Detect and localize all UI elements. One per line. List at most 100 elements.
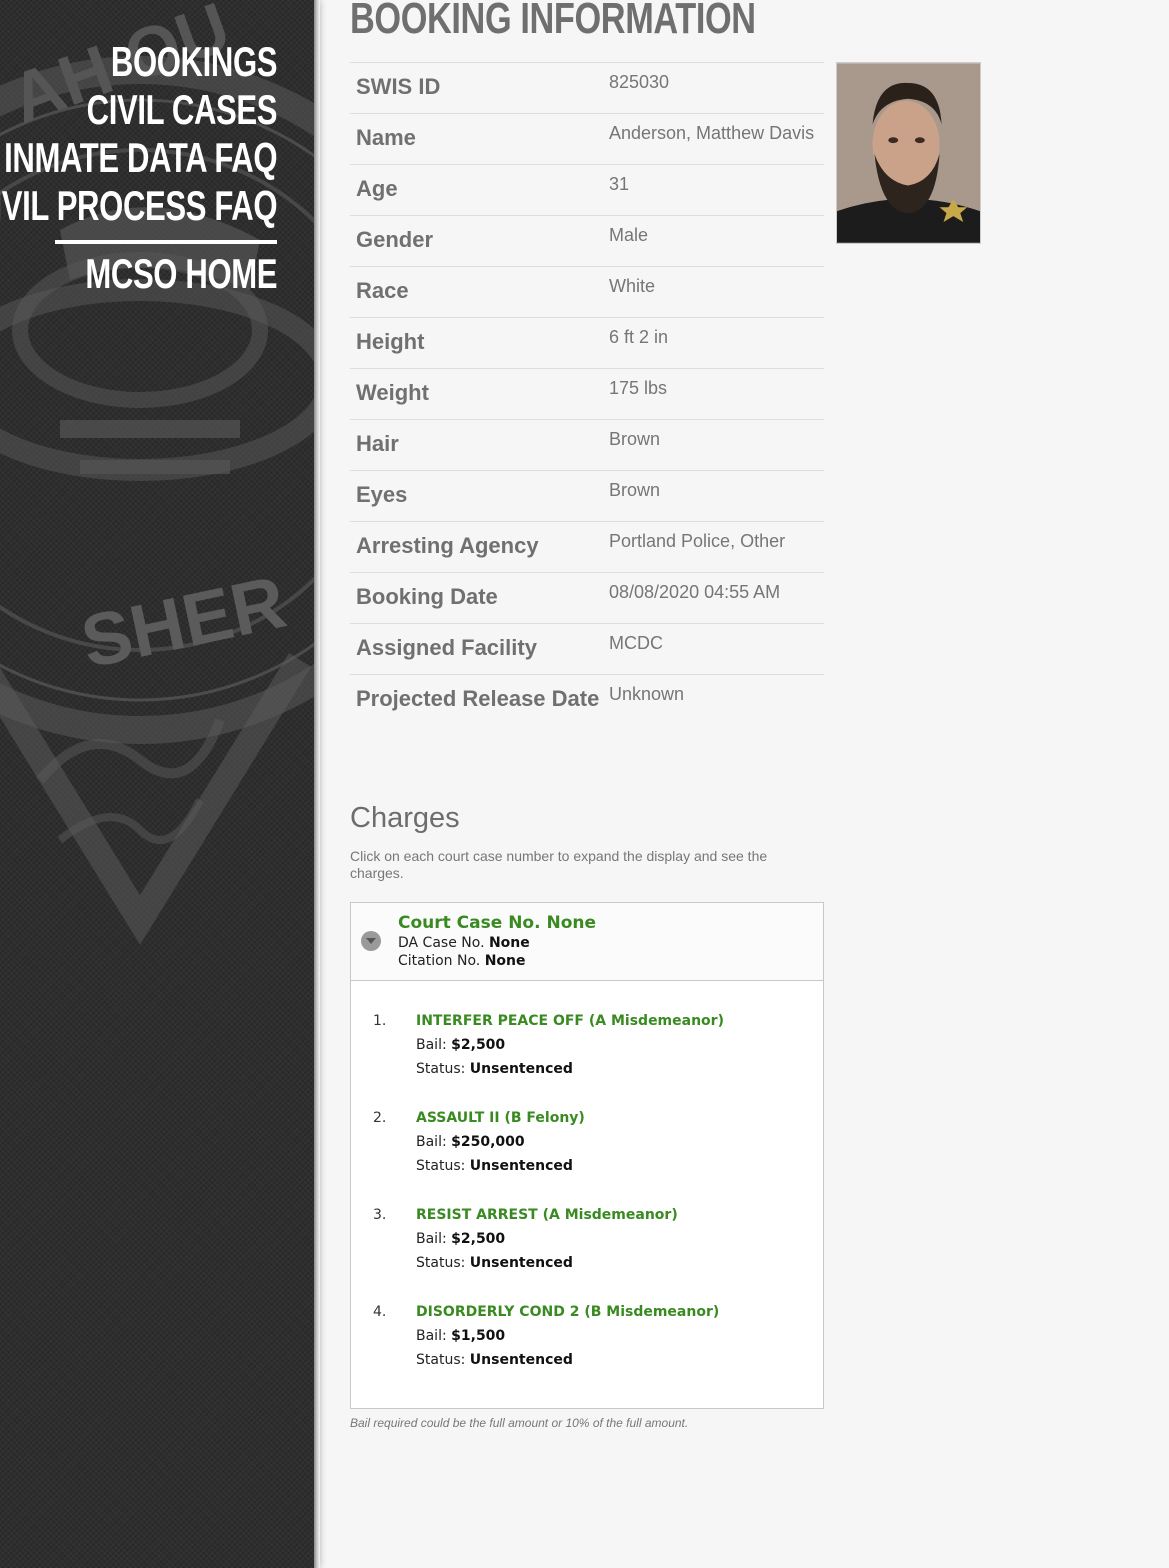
nav-mcso-home[interactable]: MCSO HOME <box>0 250 277 298</box>
charge-name[interactable]: DISORDERLY COND 2 (B Misdemeanor) <box>416 1304 719 1320</box>
court-case-header[interactable]: Court Case No. None DA Case No. None Cit… <box>351 903 823 981</box>
da-case-label: DA Case No. <box>398 935 485 951</box>
info-value: 08/08/2020 04:55 AM <box>609 582 781 602</box>
inmate-photo <box>836 62 981 244</box>
citation-number: Citation No. None <box>398 953 526 969</box>
info-row-booking-date: Booking Date 08/08/2020 04:55 AM <box>350 573 824 624</box>
info-label: Assigned Facility <box>356 635 537 660</box>
bail-label: Bail: <box>416 1328 447 1344</box>
info-row-weight: Weight 175 lbs <box>350 369 824 420</box>
charge-status: Status: Unsentenced <box>416 1352 573 1368</box>
sidebar-nav: BOOKINGS CIVIL CASES INMATE DATA FAQ CIV… <box>0 38 277 298</box>
nav-divider <box>55 240 277 244</box>
bail-value: $250,000 <box>451 1134 525 1150</box>
da-case-value: None <box>488 935 530 951</box>
info-label: Gender <box>356 227 434 252</box>
charge-status: Status: Unsentenced <box>416 1061 573 1077</box>
bail-label: Bail: <box>416 1037 447 1053</box>
status-label: Status: <box>416 1061 466 1077</box>
expand-toggle-icon[interactable] <box>361 931 381 951</box>
page-title: BOOKING INFORMATION <box>350 0 756 43</box>
info-value: Unknown <box>609 684 685 704</box>
charge-number: 1. <box>373 1013 387 1029</box>
charge-bail: Bail: $2,500 <box>416 1037 505 1053</box>
info-row-name: Name Anderson, Matthew Davis <box>350 114 824 165</box>
court-case-panel: Court Case No. None DA Case No. None Cit… <box>350 902 824 1409</box>
info-value: Brown <box>609 480 661 500</box>
status-value: Unsentenced <box>469 1061 573 1077</box>
info-value: MCDC <box>609 633 663 653</box>
status-label: Status: <box>416 1255 466 1271</box>
booking-info-table: SWIS ID 825030 Name Anderson, Matthew Da… <box>350 62 824 725</box>
charges-instructions: Click on each court case number to expan… <box>350 848 768 881</box>
charge-number: 4. <box>373 1304 387 1320</box>
info-label: Age <box>356 176 398 201</box>
sidebar: SHER AH OU BOOKINGS CIVIL CASES INMATE D… <box>0 0 314 1568</box>
status-value: Unsentenced <box>469 1352 573 1368</box>
charge-bail: Bail: $250,000 <box>416 1134 525 1150</box>
bail-value: $2,500 <box>451 1037 506 1053</box>
bail-label: Bail: <box>416 1134 447 1150</box>
info-label: Weight <box>356 380 429 405</box>
charge-name[interactable]: INTERFER PEACE OFF (A Misdemeanor) <box>416 1013 724 1029</box>
info-row-age: Age 31 <box>350 165 824 216</box>
nav-civil-cases[interactable]: CIVIL CASES <box>0 86 277 134</box>
info-label: Hair <box>356 431 399 456</box>
info-row-eyes: Eyes Brown <box>350 471 824 522</box>
bail-value: $1,500 <box>451 1328 506 1344</box>
court-case-value: None <box>546 913 597 933</box>
charge-number: 3. <box>373 1207 387 1223</box>
status-value: Unsentenced <box>469 1255 573 1271</box>
charge-status: Status: Unsentenced <box>416 1158 573 1174</box>
info-value: 31 <box>609 174 630 194</box>
status-value: Unsentenced <box>469 1158 573 1174</box>
charge-name[interactable]: RESIST ARREST (A Misdemeanor) <box>416 1207 678 1223</box>
charge-item: 3. RESIST ARREST (A Misdemeanor) Bail: $… <box>351 1207 823 1304</box>
info-value: 825030 <box>609 72 670 92</box>
info-label: Name <box>356 125 416 150</box>
court-case-label: Court Case No. <box>398 913 541 933</box>
sidebar-edge <box>314 0 320 1568</box>
info-row-gender: Gender Male <box>350 216 824 267</box>
info-row-race: Race White <box>350 267 824 318</box>
info-label: SWIS ID <box>356 74 441 99</box>
charge-number: 2. <box>373 1110 387 1126</box>
citation-value: None <box>484 953 526 969</box>
info-value: Brown <box>609 429 661 449</box>
info-label: Projected Release Date <box>356 686 600 711</box>
info-value: Male <box>609 225 649 245</box>
info-label: Race <box>356 278 409 303</box>
charges-heading: Charges <box>350 802 460 834</box>
svg-text:SHER: SHER <box>74 560 292 684</box>
nav-inmate-data-faq[interactable]: INMATE DATA FAQ <box>0 134 277 182</box>
info-row-swis-id: SWIS ID 825030 <box>350 63 824 114</box>
info-label: Eyes <box>356 482 408 507</box>
status-label: Status: <box>416 1158 466 1174</box>
status-label: Status: <box>416 1352 466 1368</box>
info-row-height: Height 6 ft 2 in <box>350 318 824 369</box>
info-value: Anderson, Matthew Davis <box>609 123 815 143</box>
info-value: 175 lbs <box>609 378 668 398</box>
info-label: Booking Date <box>356 584 498 609</box>
da-case-number: DA Case No. None <box>398 935 530 951</box>
charge-item: 1. INTERFER PEACE OFF (A Misdemeanor) Ba… <box>351 1013 823 1110</box>
charge-list: 1. INTERFER PEACE OFF (A Misdemeanor) Ba… <box>351 1013 823 1401</box>
info-value: White <box>609 276 656 296</box>
charge-bail: Bail: $1,500 <box>416 1328 505 1344</box>
charge-name[interactable]: ASSAULT II (B Felony) <box>416 1110 585 1126</box>
citation-label: Citation No. <box>398 953 481 969</box>
bail-value: $2,500 <box>451 1231 506 1247</box>
bail-footnote: Bail required could be the full amount o… <box>350 1416 689 1430</box>
nav-civil-process-faq[interactable]: CIVIL PROCESS FAQ <box>0 182 277 230</box>
charge-item: 2. ASSAULT II (B Felony) Bail: $250,000 … <box>351 1110 823 1207</box>
info-row-hair: Hair Brown <box>350 420 824 471</box>
bail-label: Bail: <box>416 1231 447 1247</box>
info-label: Height <box>356 329 425 354</box>
info-row-assigned-facility: Assigned Facility MCDC <box>350 624 824 675</box>
nav-bookings[interactable]: BOOKINGS <box>0 38 278 86</box>
info-label: Arresting Agency <box>356 533 539 558</box>
info-value: Portland Police, Other <box>609 531 786 551</box>
court-case-number[interactable]: Court Case No. None <box>398 913 596 933</box>
charge-bail: Bail: $2,500 <box>416 1231 505 1247</box>
charge-status: Status: Unsentenced <box>416 1255 573 1271</box>
